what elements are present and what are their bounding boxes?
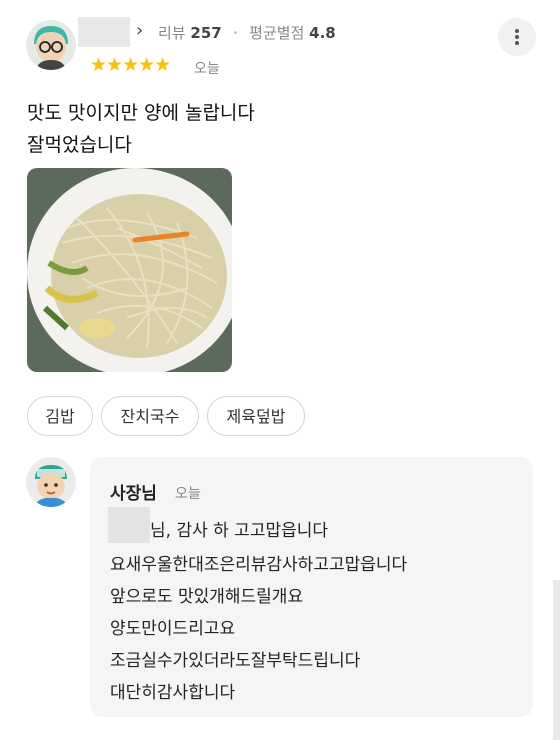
more-vertical-icon[interactable] [498, 18, 536, 56]
meta-separator: • [232, 28, 239, 39]
owner-reply-line: 조금실수가있더라도잘부탁드립니다 [110, 651, 361, 671]
reviewer-meta[interactable]: 리뷰 257 • 평균별점 4.8 [158, 22, 336, 43]
review-photo[interactable] [27, 168, 232, 372]
avg-rating-label: 평균별점 [249, 24, 305, 42]
scroll-edge [553, 580, 560, 740]
chevron-right-icon[interactable]: › [136, 20, 143, 41]
menu-tag[interactable]: 김밥 [27, 396, 93, 436]
owner-reply-line: 양도만이드리고요 [110, 619, 236, 639]
owner-reply-line: 요새우울한대조은리뷰감사하고고맙읍니다 [110, 555, 408, 575]
review-text-line: 맛도 맛이지만 양에 놀랍니다 [27, 102, 255, 124]
reviewer-name-redacted [78, 17, 130, 47]
review-count-label: 리뷰 [158, 24, 186, 42]
menu-tag[interactable]: 잔치국수 [101, 396, 199, 436]
owner-reply-line: 앞으로도 맛있개해드릴개요 [110, 587, 304, 607]
star-rating: ★★★★★ [90, 54, 171, 76]
owner-reply-date: 오늘 [175, 486, 201, 502]
reviewer-avatar[interactable] [26, 20, 76, 70]
review-date: 오늘 [194, 61, 220, 77]
owner-avatar [26, 457, 76, 507]
review-count: 257 [190, 24, 222, 42]
menu-tag[interactable]: 제육덮밥 [207, 396, 305, 436]
owner-reply-line: 님, 감사 하 고고맙읍니다 [150, 521, 329, 541]
owner-name: 사장님 [110, 484, 157, 504]
avg-rating: 4.8 [309, 24, 336, 42]
customer-name-redacted [108, 507, 150, 543]
owner-reply-line: 대단히감사합니다 [110, 683, 236, 703]
review-text-line: 잘먹었습니다 [27, 134, 132, 156]
